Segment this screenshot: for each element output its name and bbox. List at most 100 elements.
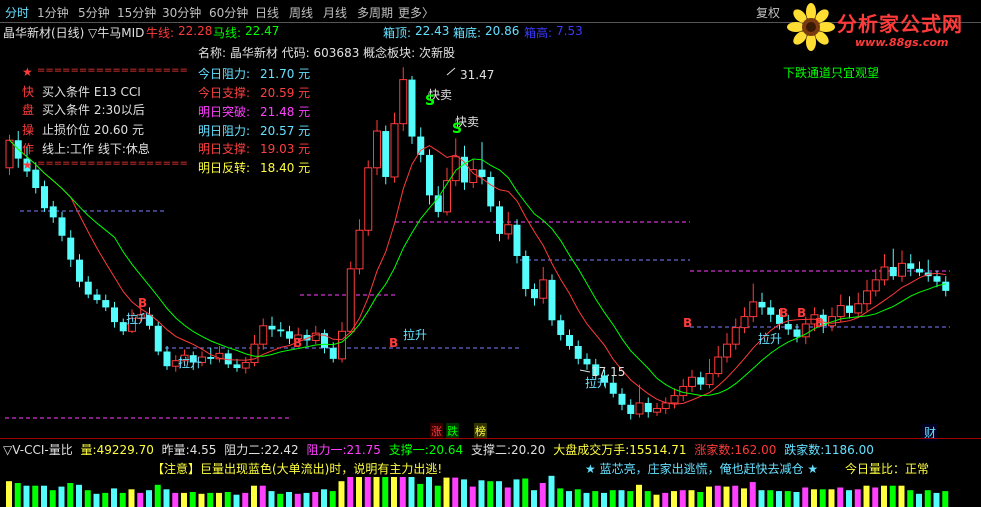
- volume-bar: [697, 492, 703, 507]
- volume-bar: [732, 486, 738, 507]
- volume-bar: [925, 490, 931, 507]
- panel-mark-zuo: 作: [22, 140, 34, 157]
- volume-bar: [67, 483, 73, 507]
- candle-body: [426, 155, 433, 195]
- candle-body: [575, 346, 582, 359]
- volume-bar: [269, 491, 275, 507]
- volume-bar: [522, 479, 528, 507]
- volume-value: 49229.70: [97, 443, 154, 457]
- candle-body: [732, 328, 739, 345]
- volume-bar: [741, 488, 747, 507]
- volume-bar: [776, 491, 782, 507]
- candle-body: [531, 289, 538, 298]
- bang-badge[interactable]: 榜: [474, 423, 487, 439]
- candle-body: [846, 306, 853, 313]
- candle-body: [540, 280, 547, 298]
- xiangding-value: 22.43: [415, 24, 449, 38]
- volume-bar: [592, 491, 598, 507]
- candle-body: [409, 80, 416, 137]
- volume-bar: [94, 494, 100, 507]
- volume-bar: [785, 491, 791, 507]
- candle-body: [741, 317, 748, 328]
- candle-body: [619, 394, 626, 405]
- tab-more[interactable]: 更多〉: [398, 4, 434, 21]
- volume-bar: [304, 493, 310, 507]
- tab-multi[interactable]: 多周期: [357, 4, 393, 21]
- fuquan-button[interactable]: 复权: [756, 4, 780, 21]
- panel-buy-condition-1: 买入条件 E13 CCI: [42, 83, 141, 100]
- volume-bar: [706, 487, 712, 507]
- candle-body: [662, 403, 669, 409]
- volume-bar: [111, 488, 117, 507]
- today-resistance-label: 今日阻力:: [198, 65, 250, 82]
- panel-star-top: ★: [22, 65, 33, 79]
- volume-bar: [627, 491, 633, 507]
- volume-bar: [461, 479, 467, 507]
- volume-rhyme-notice: ★ 蓝芯亮，庄家出逃慌，俺也赶快去减仓 ★: [583, 460, 820, 477]
- candle-body: [207, 357, 214, 359]
- buy-label-1: 拉升: [126, 310, 150, 327]
- volume-bar: [505, 488, 511, 507]
- volume-bar: [811, 489, 817, 507]
- tab-month[interactable]: 月线: [323, 4, 347, 21]
- candle-body: [41, 186, 48, 208]
- volume-bar: [479, 480, 485, 507]
- tab-60min[interactable]: 60分钟: [209, 4, 248, 21]
- prev-volume-value: 4.55: [190, 443, 217, 457]
- volume-bar: [426, 474, 432, 507]
- kline-chart-area[interactable]: ★ ================== 快 买入条件 E13 CCI 盘 买入…: [0, 40, 981, 438]
- tab-week[interactable]: 周线: [289, 4, 313, 21]
- qiang-label: 箱高:: [524, 24, 552, 41]
- candle-body: [899, 263, 906, 276]
- candle-body: [645, 403, 652, 412]
- volume-bar: [321, 489, 327, 507]
- tab-day[interactable]: 日线: [255, 4, 279, 21]
- sub-indicator-name[interactable]: ▽V-CCI-量比: [3, 443, 73, 457]
- candle-body: [417, 137, 424, 155]
- volume-subchart[interactable]: ▽V-CCI-量比 量:49229.70 昨量:4.55 阻力二:22.42 阻…: [0, 438, 981, 507]
- kline-chart-svg[interactable]: [0, 40, 981, 438]
- volume-bar: [934, 493, 940, 507]
- tab-5min[interactable]: 5分钟: [78, 4, 110, 21]
- volume-bar: [890, 486, 896, 507]
- support2-label: 支撑二:: [471, 443, 511, 457]
- xiangdi-label: 箱底:: [453, 24, 481, 41]
- die-badge[interactable]: 跌: [446, 423, 459, 439]
- volume-bar: [295, 494, 301, 507]
- tomorrow-breakout-value: 21.48 元: [260, 103, 310, 120]
- candle-body: [330, 348, 337, 359]
- volume-bar: [286, 492, 292, 507]
- volume-bar: [645, 491, 651, 507]
- buy-label-3: 拉升: [403, 326, 427, 343]
- candle-body: [855, 304, 862, 313]
- candle-body: [251, 344, 258, 362]
- volume-bar: [242, 493, 248, 507]
- logo-title: 分析家公式网: [837, 8, 963, 37]
- b-mark-7: B: [815, 316, 824, 330]
- tab-30min[interactable]: 30分钟: [162, 4, 201, 21]
- b-mark-5: B: [779, 306, 788, 320]
- volume-bar: [601, 493, 607, 507]
- volume-bar: [820, 489, 826, 507]
- candle-body: [67, 238, 74, 260]
- candle-body: [487, 177, 494, 206]
- volume-bar: [164, 489, 170, 507]
- panel-mark-kuai: 快: [22, 83, 34, 100]
- volume-bar: [872, 488, 878, 507]
- volume-bar: [207, 493, 213, 507]
- candle-body: [549, 280, 556, 320]
- volume-bar: [172, 493, 178, 507]
- tab-15min[interactable]: 15分钟: [117, 4, 156, 21]
- tomorrow-reversal-label: 明日反转:: [198, 159, 250, 176]
- candle-body: [470, 170, 477, 183]
- tab-1min[interactable]: 1分钟: [37, 4, 69, 21]
- tab-fenshi[interactable]: 分时: [5, 4, 29, 21]
- zhang-badge[interactable]: 涨: [430, 423, 443, 439]
- indicator-name[interactable]: ▽牛马MID: [88, 24, 144, 41]
- candle-body: [689, 377, 696, 386]
- xiangding-label: 箱顶:: [383, 24, 411, 41]
- candle-body: [907, 263, 914, 269]
- tomorrow-breakout-label: 明日突破:: [198, 103, 250, 120]
- volume-bar: [750, 482, 756, 507]
- volume-bar: [855, 489, 861, 507]
